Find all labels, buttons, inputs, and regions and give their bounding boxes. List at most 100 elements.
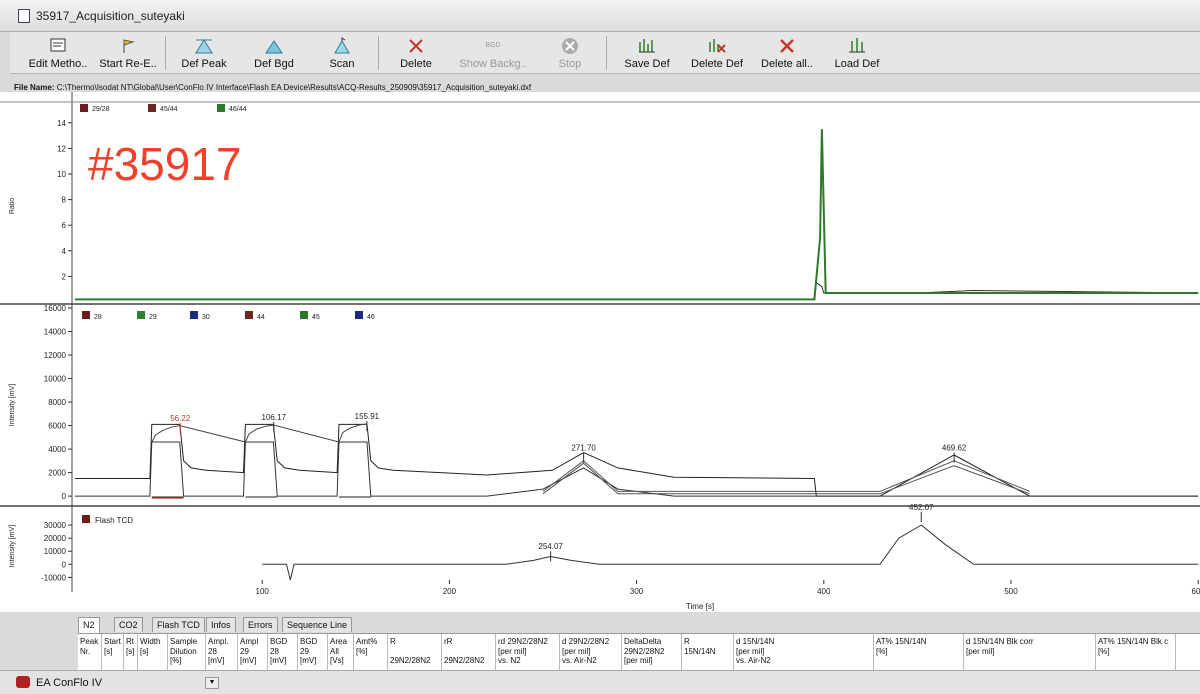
legend-swatch-45 [300,311,308,319]
y-tick-label: 8000 [48,398,66,407]
x-tick-label: 200 [443,587,457,596]
y-tick-label: 6000 [48,422,66,431]
flag-icon [123,39,135,53]
results-column-header[interactable]: Ampl 29 [mV] [238,634,268,672]
y-tick-label: 20000 [44,534,67,543]
x-tick-label: 100 [256,587,270,596]
scan-button[interactable]: Scan [312,32,372,74]
toolbar-separator [165,36,166,70]
y-tick-label: 8 [62,196,67,205]
legend-label-29: 29 [149,314,157,321]
chromatogram-svg[interactable]: 29/28 45/44 46/4428 29 30 44 45 46Flash TCD2468… [0,92,1200,612]
y-tick-label: 10 [57,170,66,179]
results-column-header[interactable]: Ampl. 28 [mV] [206,634,238,672]
conflo-device-icon [16,676,30,688]
results-column-header[interactable]: BGD 28 [mV] [268,634,298,672]
delete-def-button[interactable]: Delete Def [684,32,750,74]
legend-2928-label: 29/28 [92,106,110,113]
peak-label: 271.70 [571,444,596,453]
peak-label: 452.07 [909,503,934,512]
results-column-header[interactable]: AT% 15N/14N Blk c [%] [1096,634,1176,672]
results-column-header[interactable]: Area All [Vs] [328,634,354,672]
results-column-header[interactable]: Sample Dilution [%] [168,634,206,672]
results-column-header[interactable]: Rt [s] [124,634,138,672]
stop-button[interactable]: Stop [540,32,600,74]
status-bar: EA ConFlo IV ▼ [0,670,1200,694]
x-tick-label: 400 [817,587,831,596]
results-column-header[interactable]: Peak Nr. [78,634,102,672]
y-axis-title: Intensity [mV] [9,384,16,426]
legend-label-44: 44 [257,314,265,321]
def-bgd-icon [265,40,283,54]
y-tick-label: 2000 [48,469,66,478]
scan-icon [334,37,350,54]
legend-swatch-46 [355,311,363,319]
results-column-header[interactable]: Width [s] [138,634,168,672]
save-def-button[interactable]: Save Def [614,32,680,74]
legend-4644-swatch [217,104,225,112]
def-bgd-button[interactable]: Def Bgd [242,32,306,74]
legend-label-30: 30 [202,314,210,321]
x-tick-label: 500 [1004,587,1018,596]
peak-label: 155.91 [355,412,380,421]
start-re-eval-button[interactable]: Start Re-E.. [96,32,160,74]
legend-4544-label: 45/44 [160,106,178,113]
delete-all-button[interactable]: Delete all.. [754,32,820,74]
legend-swatch-44 [245,311,253,319]
series-line-29-curve- [151,423,368,443]
tab-sequence-line[interactable]: Sequence Line [282,617,353,632]
toolbar-separator [606,36,607,70]
load-def-icon [849,38,865,53]
results-column-header[interactable]: AT% 15N/14N [%] [874,634,964,672]
peak-label: 56.22 [170,414,191,423]
show-background-button[interactable]: BGD Show Backg.. [456,32,530,74]
chevron-down-icon[interactable]: ▼ [205,677,219,689]
window-title: 35917_Acquisition_suteyaki [36,9,185,23]
results-column-header[interactable]: d 29N2/28N2 [per mil] vs. Air-N2 [560,634,622,672]
tab-errors[interactable]: Errors [243,617,278,632]
delete-def-icon [709,39,726,53]
series-line-30-curve- [542,460,1030,492]
y-tick-label: 30000 [44,521,67,530]
x-axis-title: Time [s] [686,602,714,611]
y-tick-label: 4 [62,247,67,256]
stop-icon [562,38,578,54]
tab-co2[interactable]: CO2 [114,617,143,632]
y-tick-label: 0 [62,492,67,501]
peak-label: 469.62 [942,444,967,453]
def-peak-button[interactable]: Def Peak [172,32,236,74]
y-tick-label: 12 [57,144,66,153]
results-column-header[interactable]: d 15N/14N [per mil] vs. Air-N2 [734,634,874,672]
legend-swatch-28 [82,311,90,319]
tab-infos[interactable]: Infos [206,617,236,632]
series-line-46-44 [75,129,1199,301]
results-column-header[interactable]: Start [s] [102,634,124,672]
document-icon [18,9,30,23]
tab-flash-tcd[interactable]: Flash TCD [152,617,205,632]
results-column-header[interactable]: d 15N/14N Blk corr [per mil] [964,634,1096,672]
results-column-header[interactable]: rd 29N2/28N2 [per mil] vs. N2 [496,634,560,672]
y-tick-label: 10000 [44,375,67,384]
y-tick-label: 4000 [48,445,66,454]
results-column-header[interactable]: R 15N/14N [682,634,734,672]
y-tick-label: 6 [62,221,67,230]
legend-swatch-flash-tcd [82,515,90,523]
status-device-label: EA ConFlo IV [36,677,103,689]
delete-x-icon [409,39,423,53]
y-tick-label: 14000 [44,328,67,337]
results-column-header[interactable]: BGD 29 [mV] [298,634,328,672]
edit-method-icon [50,38,66,52]
delete-button[interactable]: Delete [386,32,446,74]
delete-all-icon [780,39,794,53]
legend-swatch-30 [190,311,198,319]
results-column-header[interactable]: DeltaDelta 29N2/28N2 [per mil] [622,634,682,672]
load-def-button[interactable]: Load Def [824,32,890,74]
results-column-header[interactable]: Amt% [%] [354,634,388,672]
sample-annotation: #35917 [88,138,242,190]
edit-method-button[interactable]: Edit Metho.. [26,32,90,74]
tab-n2[interactable]: N2 [78,617,100,633]
legend-label-45: 45 [312,314,320,321]
results-column-header[interactable]: R 29N2/28N2 [388,634,442,672]
file-name-row: File Name: C:\Thermo\Isodat NT\Global\Us… [14,83,531,92]
results-column-header[interactable]: rR 29N2/28N2 [442,634,496,672]
